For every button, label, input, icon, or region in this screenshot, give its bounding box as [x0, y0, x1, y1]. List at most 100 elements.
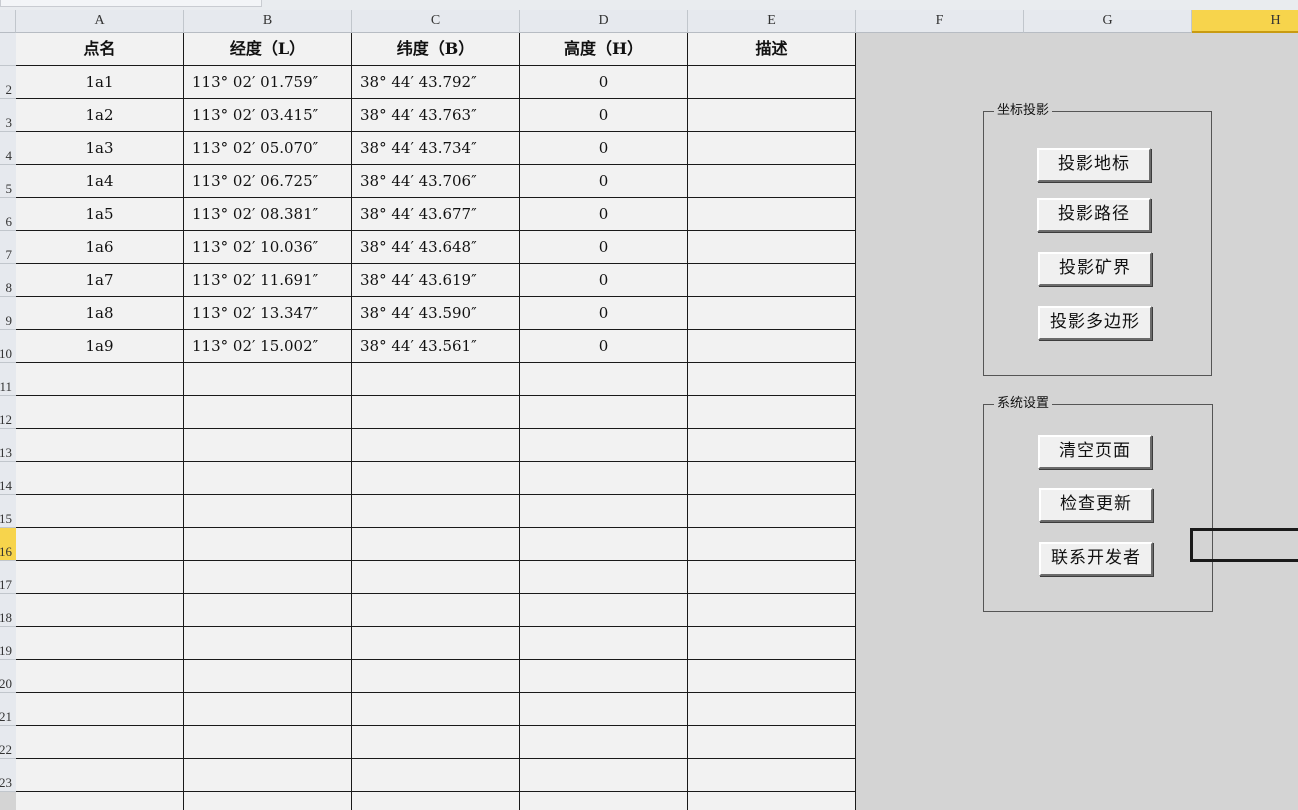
table-cell[interactable]: [352, 594, 520, 627]
column-title-cell[interactable]: 经度（L）: [184, 33, 352, 66]
table-cell[interactable]: 113° 02′ 03.415″: [184, 99, 352, 132]
column-header-c[interactable]: C: [352, 10, 520, 33]
table-cell[interactable]: 38° 44′ 43.734″: [352, 132, 520, 165]
row-header-8[interactable]: 8: [0, 264, 16, 297]
table-cell[interactable]: [688, 396, 856, 429]
table-cell[interactable]: 1a2: [16, 99, 184, 132]
column-header-e[interactable]: E: [688, 10, 856, 33]
table-cell[interactable]: [688, 495, 856, 528]
table-cell[interactable]: [520, 495, 688, 528]
table-cell[interactable]: [688, 693, 856, 726]
table-cell[interactable]: 0: [520, 198, 688, 231]
table-cell[interactable]: [184, 495, 352, 528]
table-cell[interactable]: 38° 44′ 43.792″: [352, 66, 520, 99]
column-header-a[interactable]: A: [16, 10, 184, 33]
table-cell[interactable]: [352, 627, 520, 660]
table-cell[interactable]: [352, 726, 520, 759]
table-cell[interactable]: [16, 726, 184, 759]
project-mine-boundary-button[interactable]: 投影矿界: [1038, 252, 1152, 286]
table-cell[interactable]: [520, 627, 688, 660]
table-cell[interactable]: [520, 396, 688, 429]
table-cell[interactable]: [520, 792, 688, 810]
check-update-button[interactable]: 检查更新: [1039, 488, 1153, 522]
table-cell[interactable]: [352, 495, 520, 528]
table-cell[interactable]: 1a1: [16, 66, 184, 99]
table-cell[interactable]: [520, 759, 688, 792]
row-header-17[interactable]: 17: [0, 561, 16, 594]
column-header-h[interactable]: H: [1192, 10, 1298, 33]
column-title-cell[interactable]: 描述: [688, 33, 856, 66]
project-polygon-button[interactable]: 投影多边形: [1038, 306, 1152, 340]
row-header-12[interactable]: 12: [0, 396, 16, 429]
table-cell[interactable]: [184, 759, 352, 792]
table-cell[interactable]: [352, 660, 520, 693]
table-cell[interactable]: [688, 561, 856, 594]
clear-page-button[interactable]: 清空页面: [1038, 435, 1152, 469]
column-header-f[interactable]: F: [856, 10, 1024, 33]
column-title-cell[interactable]: 点名: [16, 33, 184, 66]
table-cell[interactable]: 113° 02′ 15.002″: [184, 330, 352, 363]
table-cell[interactable]: [520, 594, 688, 627]
table-cell[interactable]: [688, 462, 856, 495]
table-cell[interactable]: [16, 594, 184, 627]
table-cell[interactable]: 38° 44′ 43.648″: [352, 231, 520, 264]
table-cell[interactable]: 38° 44′ 43.561″: [352, 330, 520, 363]
table-cell[interactable]: [688, 297, 856, 330]
table-cell[interactable]: 113° 02′ 06.725″: [184, 165, 352, 198]
contact-developer-button[interactable]: 联系开发者: [1039, 542, 1153, 576]
table-cell[interactable]: [520, 429, 688, 462]
table-cell[interactable]: 113° 02′ 11.691″: [184, 264, 352, 297]
row-header-18[interactable]: 18: [0, 594, 16, 627]
table-cell[interactable]: 0: [520, 264, 688, 297]
column-header-g[interactable]: G: [1024, 10, 1192, 33]
column-header-d[interactable]: D: [520, 10, 688, 33]
table-cell[interactable]: [16, 561, 184, 594]
table-cell[interactable]: [520, 528, 688, 561]
table-cell[interactable]: [688, 363, 856, 396]
table-cell[interactable]: [688, 660, 856, 693]
table-cell[interactable]: 113° 02′ 13.347″: [184, 297, 352, 330]
table-cell[interactable]: 113° 02′ 05.070″: [184, 132, 352, 165]
row-header-19[interactable]: 19: [0, 627, 16, 660]
row-header-6[interactable]: 6: [0, 198, 16, 231]
table-cell[interactable]: [16, 429, 184, 462]
row-header-3[interactable]: 3: [0, 99, 16, 132]
table-cell[interactable]: 1a4: [16, 165, 184, 198]
table-cell[interactable]: [184, 792, 352, 810]
table-cell[interactable]: [352, 396, 520, 429]
row-header-5[interactable]: 5: [0, 165, 16, 198]
table-cell[interactable]: 38° 44′ 43.619″: [352, 264, 520, 297]
table-cell[interactable]: [352, 792, 520, 810]
row-header-4[interactable]: 4: [0, 132, 16, 165]
table-cell[interactable]: 113° 02′ 01.759″: [184, 66, 352, 99]
table-cell[interactable]: 38° 44′ 43.706″: [352, 165, 520, 198]
table-cell[interactable]: 0: [520, 66, 688, 99]
table-cell[interactable]: 0: [520, 165, 688, 198]
table-cell[interactable]: [184, 594, 352, 627]
table-cell[interactable]: [184, 627, 352, 660]
table-cell[interactable]: [16, 627, 184, 660]
table-cell[interactable]: [688, 330, 856, 363]
table-cell[interactable]: [16, 693, 184, 726]
row-header-14[interactable]: 14: [0, 462, 16, 495]
active-cell-selection[interactable]: [1190, 528, 1298, 562]
table-cell[interactable]: [688, 198, 856, 231]
table-cell[interactable]: [688, 792, 856, 810]
table-cell[interactable]: [184, 462, 352, 495]
table-cell[interactable]: 113° 02′ 10.036″: [184, 231, 352, 264]
table-cell[interactable]: 0: [520, 297, 688, 330]
select-all-corner[interactable]: [0, 10, 16, 33]
row-header-2[interactable]: 2: [0, 66, 16, 99]
row-header-21[interactable]: 21: [0, 693, 16, 726]
table-cell[interactable]: [688, 726, 856, 759]
table-cell[interactable]: [184, 693, 352, 726]
table-cell[interactable]: 1a5: [16, 198, 184, 231]
project-landmark-button[interactable]: 投影地标: [1037, 148, 1151, 182]
table-cell[interactable]: [352, 561, 520, 594]
table-cell[interactable]: [16, 660, 184, 693]
project-path-button[interactable]: 投影路径: [1037, 198, 1151, 232]
row-header-16[interactable]: 16: [0, 528, 16, 561]
row-header-23[interactable]: 23: [0, 759, 16, 792]
row-header-10[interactable]: 10: [0, 330, 16, 363]
row-header-22[interactable]: 22: [0, 726, 16, 759]
